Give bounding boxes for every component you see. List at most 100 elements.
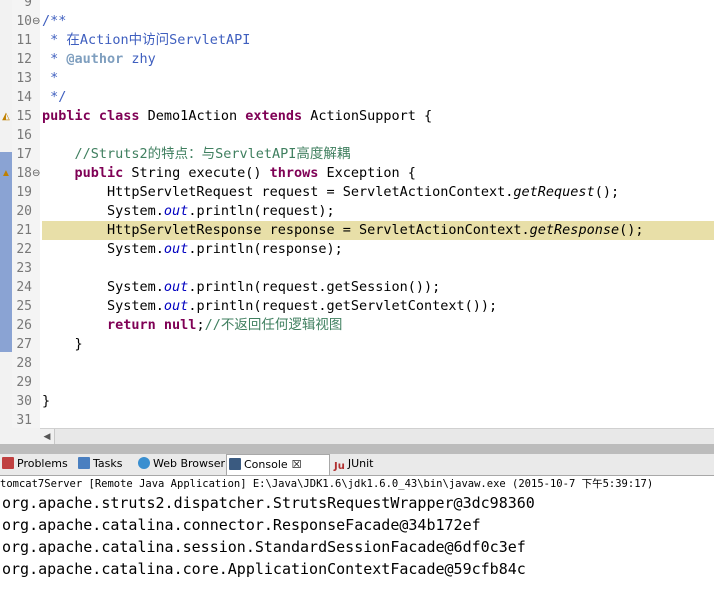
code-line[interactable] [42,126,714,145]
line-number: 18 [16,166,32,181]
code-line[interactable]: System.out.println(response); [42,240,714,259]
code-line[interactable]: * @author zhy [42,50,714,69]
close-icon[interactable]: ☒ [292,458,302,471]
code-line[interactable]: HttpServletResponse response = ServletAc… [42,221,714,240]
code-token: return null [107,317,197,333]
console-icon [229,458,241,470]
fold-collapse-icon[interactable]: ⊖ [32,12,40,31]
code-editor[interactable]: 9 10/** ⊖ 11 * 在Action中访问ServletAPI 12 * @au… [0,0,714,444]
console-line: org.apache.catalina.core.ApplicationCont… [2,560,526,578]
code-line[interactable]: public String execute() throws Exception… [42,164,714,183]
code-line[interactable]: //Struts2的特点：与ServletAPI高度解耦 [42,145,714,164]
horizontal-scrollbar[interactable]: ◀ [40,428,714,444]
scroll-left-icon[interactable]: ◀ [40,429,55,444]
code-token: Demo1Action [139,108,246,124]
code-token: Exception { [318,165,416,181]
line-number: 10 [16,14,32,29]
line-number: 26 [16,318,32,333]
bottom-view-tabs: Problems Tasks Web Browser Console ☒ Ju JUnit [0,454,714,476]
code-token: (); [594,184,620,200]
fold-collapse-icon[interactable]: ⊖ [32,164,40,183]
line-number: 16 [16,128,32,143]
code-token: zhy [123,51,156,67]
code-line[interactable]: System.out.println(request.getSession())… [42,278,714,297]
code-line[interactable]: } [42,392,714,411]
junit-icon: Ju [334,461,345,472]
code-token: .println(request); [188,203,335,219]
tab-label: Console [244,458,288,471]
line-number: 22 [16,242,32,257]
code-token: System. [42,279,164,295]
line-number: 9 [24,0,32,10]
line-number: 23 [16,261,32,276]
code-line[interactable]: System.out.println(request.getServletCon… [42,297,714,316]
code-line[interactable] [42,259,714,278]
line-number: 12 [16,52,32,67]
line-number: 29 [16,375,32,390]
tab-console[interactable]: Console ☒ [226,454,330,475]
code-line[interactable]: */ [42,88,714,107]
code-token: out [163,241,189,257]
console-line: org.apache.catalina.session.StandardSess… [2,538,526,556]
code-line[interactable]: System.out.println(request); [42,202,714,221]
code-token: getRequest [513,184,595,200]
tab-label: Problems [17,457,68,470]
line-number: 11 [16,33,32,48]
code-line[interactable]: public class Demo1Action extends ActionS… [42,107,714,126]
code-token: System. [42,241,164,257]
line-number: 28 [16,356,32,371]
tasks-icon [78,457,90,469]
line-number: 25 [16,299,32,314]
line-number: 30 [16,394,32,409]
code-token: * [42,70,59,86]
code-line[interactable]: /** [42,12,714,31]
console-line: org.apache.struts2.dispatcher.StrutsRequ… [2,494,535,512]
line-number: 27 [16,337,32,352]
tab-label: Web Browser [153,457,226,470]
tab-web-browser[interactable]: Web Browser [136,454,226,474]
code-token: @author [66,51,124,67]
override-marker-icon: ▲ [1,168,11,179]
code-token: getResponse [529,222,620,238]
code-token: System. [42,203,164,219]
view-separator[interactable] [0,444,714,454]
code-token: public [74,165,124,181]
console-launch-title: tomcat7Server [Remote Java Application] … [0,478,654,490]
code-token: .println(request.getServletContext()); [188,298,498,314]
code-token: extends [245,108,303,124]
tab-problems[interactable]: Problems [0,454,75,474]
code-token: String execute() [123,165,270,181]
code-token: ActionSupport { [302,108,433,124]
code-line[interactable]: * [42,69,714,88]
console-output[interactable]: org.apache.struts2.dispatcher.StrutsRequ… [0,492,714,611]
code-line[interactable] [42,354,714,373]
code-line[interactable] [42,0,714,12]
code-token: * 在Action中访问ServletAPI [42,32,251,48]
code-line[interactable]: } [42,335,714,354]
code-token: */ [42,89,67,105]
code-line[interactable]: HttpServletRequest request = ServletActi… [42,183,714,202]
code-token: out [163,279,189,295]
tab-tasks[interactable]: Tasks [76,454,134,474]
code-token: (); [619,222,644,238]
line-number: 13 [16,71,32,86]
line-number: 14 [16,90,32,105]
code-token: //不返回任何逻辑视图 [204,317,343,333]
tab-junit[interactable]: Ju JUnit [332,454,390,474]
line-number: 19 [16,185,32,200]
code-token: HttpServletResponse response = ServletAc… [42,222,530,238]
code-token: HttpServletRequest request = ServletActi… [42,184,514,200]
line-number: 24 [16,280,32,295]
tab-label: JUnit [347,457,374,470]
code-token: System. [42,298,164,314]
code-token: throws [269,165,319,181]
code-line[interactable] [42,373,714,392]
code-line[interactable]: * 在Action中访问ServletAPI [42,31,714,50]
code-line[interactable]: return null;//不返回任何逻辑视图 [42,316,714,335]
warning-marker-icon: ◭ [2,111,10,122]
code-token: out [163,203,189,219]
code-token: ; [196,317,205,333]
code-token: .println(response); [188,241,343,257]
web-browser-icon [138,457,150,469]
